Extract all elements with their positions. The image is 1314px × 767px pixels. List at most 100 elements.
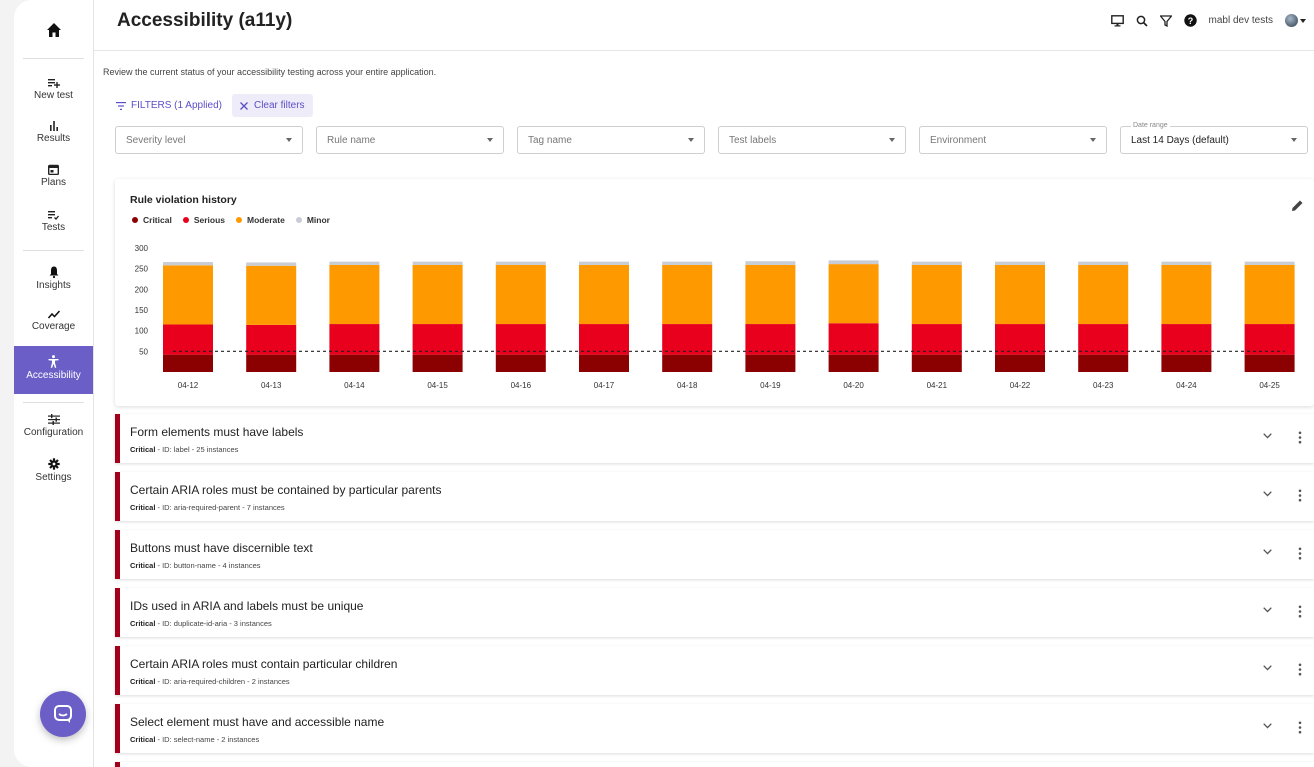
bar-segment-serious[interactable] — [1161, 324, 1212, 355]
bar-segment-minor[interactable] — [329, 261, 380, 265]
severity-level-select[interactable]: Severity level — [115, 126, 303, 154]
bar-segment-moderate[interactable] — [495, 264, 546, 325]
bar-segment-moderate[interactable] — [662, 264, 713, 325]
sidebar-item-new-test[interactable]: New test — [14, 78, 93, 101]
chevron-down-icon[interactable] — [1263, 549, 1272, 555]
home-button[interactable] — [14, 22, 93, 43]
bar-segment-minor[interactable] — [662, 261, 713, 265]
bar-segment-critical[interactable] — [163, 354, 213, 372]
rule-row[interactable]: Certain ARIA roles must be contained by … — [115, 472, 1314, 521]
chevron-down-icon[interactable] — [1263, 491, 1272, 497]
bar-segment-critical[interactable] — [246, 354, 297, 372]
bar-segment-critical[interactable] — [579, 354, 629, 372]
bar-segment-critical[interactable] — [1078, 354, 1129, 372]
bar-segment-serious[interactable] — [662, 324, 713, 355]
sidebar-item-coverage[interactable]: Coverage — [14, 310, 93, 332]
sidebar-item-results[interactable]: Results — [14, 121, 93, 144]
rule-row[interactable]: Buttons must have discernible text Critic… — [115, 530, 1314, 579]
bar-segment-critical[interactable] — [745, 354, 796, 372]
rule-row[interactable]: Select element must have and accessible … — [115, 704, 1314, 753]
bar-segment-serious[interactable] — [329, 324, 380, 355]
bar-segment-moderate[interactable] — [911, 264, 962, 325]
filters-toggle-button[interactable]: FILTERS (1 Applied) — [116, 100, 222, 111]
rule-row[interactable]: Certain ARIA roles must contain particul… — [115, 646, 1314, 695]
bar-segment-minor[interactable] — [911, 261, 962, 265]
bar-segment-moderate[interactable] — [246, 265, 297, 325]
bar-segment-serious[interactable] — [911, 324, 962, 355]
more-vertical-icon[interactable] — [1298, 663, 1302, 676]
sidebar-item-accessibility[interactable]: Accessibility — [14, 346, 93, 394]
bar-segment-critical[interactable] — [995, 354, 1045, 372]
sidebar-item-insights[interactable]: Insights — [14, 266, 93, 291]
bar-segment-serious[interactable] — [995, 324, 1045, 355]
rule-row[interactable]: Form elements must have labels Critical -… — [115, 414, 1314, 463]
bar-segment-minor[interactable] — [1244, 261, 1295, 265]
filter-icon[interactable] — [1159, 14, 1172, 27]
bar-segment-moderate[interactable] — [329, 264, 380, 325]
chevron-down-icon[interactable] — [1263, 433, 1272, 439]
bar-segment-serious[interactable] — [495, 324, 546, 355]
bar-segment-critical[interactable] — [1244, 354, 1295, 372]
bar-segment-critical[interactable] — [662, 354, 713, 372]
sidebar-item-settings[interactable]: Settings — [14, 458, 93, 483]
user-name[interactable]: mabl dev tests — [1209, 15, 1273, 26]
more-vertical-icon[interactable] — [1298, 605, 1302, 618]
rule-row[interactable] — [115, 762, 1314, 767]
bar-segment-serious[interactable] — [745, 324, 796, 355]
bar-segment-moderate[interactable] — [412, 264, 463, 325]
bar-segment-minor[interactable] — [828, 260, 879, 265]
chat-support-button[interactable] — [40, 691, 86, 737]
bar-segment-minor[interactable] — [995, 261, 1045, 265]
more-vertical-icon[interactable] — [1298, 547, 1302, 560]
more-vertical-icon[interactable] — [1298, 721, 1302, 734]
chevron-down-icon[interactable] — [1263, 607, 1272, 613]
bar-segment-moderate[interactable] — [745, 264, 796, 325]
bar-segment-critical[interactable] — [911, 354, 962, 372]
tag-name-select[interactable]: Tag name — [517, 126, 705, 154]
bar-segment-critical[interactable] — [1161, 354, 1212, 372]
environment-select[interactable]: Environment — [919, 126, 1107, 154]
rule-row[interactable]: IDs used in ARIA and labels must be uniq… — [115, 588, 1314, 637]
bar-segment-minor[interactable] — [579, 261, 629, 265]
bar-segment-critical[interactable] — [412, 354, 463, 372]
bar-segment-moderate[interactable] — [579, 264, 629, 325]
bar-segment-minor[interactable] — [163, 262, 213, 266]
sidebar-item-plans[interactable]: Plans — [14, 164, 93, 188]
bar-segment-serious[interactable] — [1244, 324, 1295, 355]
bar-segment-moderate[interactable] — [163, 265, 213, 325]
sidebar-item-tests[interactable]: Tests — [14, 210, 93, 233]
bar-segment-critical[interactable] — [828, 354, 879, 372]
bar-segment-serious[interactable] — [246, 324, 297, 355]
sidebar-item-configuration[interactable]: Configuration — [14, 414, 93, 438]
chevron-down-icon[interactable] — [1263, 723, 1272, 729]
bar-segment-serious[interactable] — [412, 324, 463, 355]
bar-segment-minor[interactable] — [1161, 261, 1212, 265]
user-menu[interactable] — [1285, 14, 1306, 27]
chevron-down-icon[interactable] — [1263, 665, 1272, 671]
bar-segment-serious[interactable] — [1078, 324, 1129, 355]
more-vertical-icon[interactable] — [1298, 489, 1302, 502]
bar-segment-serious[interactable] — [828, 323, 879, 355]
bar-segment-minor[interactable] — [745, 261, 796, 265]
search-icon[interactable] — [1136, 15, 1148, 27]
help-icon[interactable]: ? — [1183, 14, 1197, 27]
bar-segment-moderate[interactable] — [828, 264, 879, 324]
bar-segment-moderate[interactable] — [1244, 264, 1295, 325]
monitor-icon[interactable] — [1110, 14, 1124, 27]
bar-segment-minor[interactable] — [1078, 261, 1129, 265]
rule-name-select[interactable]: Rule name — [316, 126, 504, 154]
test-labels-select[interactable]: Test labels — [718, 126, 906, 154]
date-range-select[interactable]: Date range Last 14 Days (default) — [1120, 122, 1308, 154]
bar-segment-moderate[interactable] — [1078, 264, 1129, 325]
bar-segment-serious[interactable] — [163, 324, 213, 355]
bar-segment-moderate[interactable] — [1161, 264, 1212, 325]
bar-segment-minor[interactable] — [246, 262, 297, 266]
bar-segment-serious[interactable] — [579, 324, 629, 355]
bar-segment-minor[interactable] — [412, 261, 463, 265]
bar-segment-critical[interactable] — [329, 354, 380, 372]
bar-segment-critical[interactable] — [495, 354, 546, 372]
bar-segment-moderate[interactable] — [995, 264, 1045, 325]
clear-filters-button[interactable]: Clear filters — [231, 94, 313, 117]
more-vertical-icon[interactable] — [1298, 431, 1302, 444]
bar-segment-minor[interactable] — [495, 261, 546, 265]
